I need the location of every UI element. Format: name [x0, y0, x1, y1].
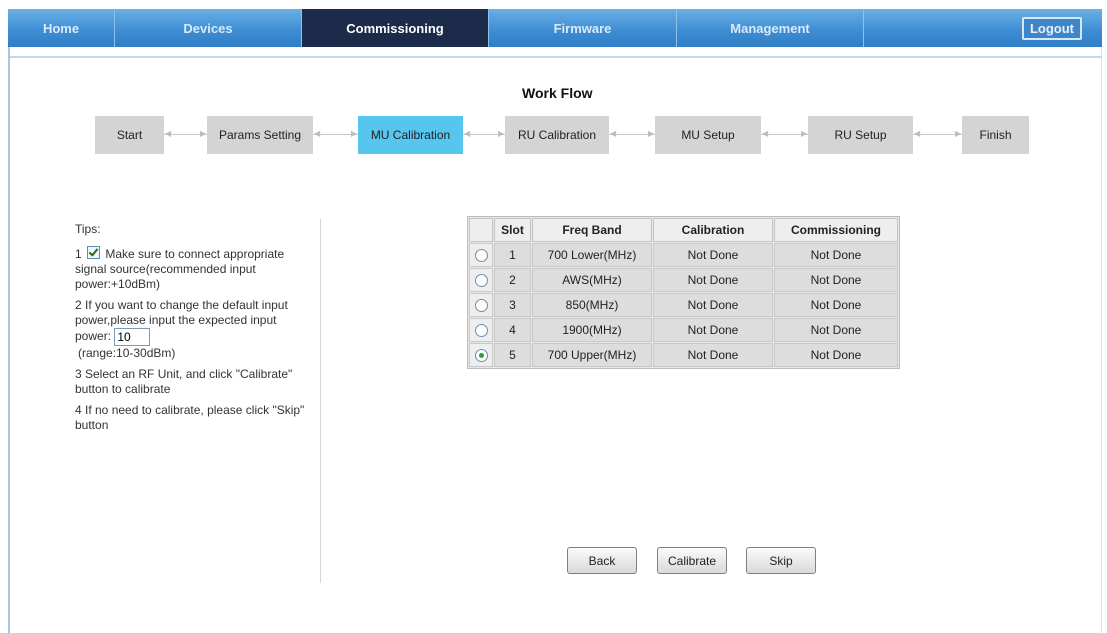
workflow-step-start: Start — [95, 116, 164, 154]
workflow-step-params-setting: Params Setting — [207, 116, 313, 154]
confirm-checkbox[interactable] — [87, 246, 101, 259]
freq-band-cell: 700 Upper(MHz) — [532, 343, 652, 367]
workflow-title: Work Flow — [522, 85, 593, 101]
tips-heading: Tips: — [75, 222, 101, 236]
vertical-divider — [320, 219, 321, 583]
content-top-divider — [10, 56, 1102, 58]
tip-2: 2 If you want to change the default inpu… — [75, 298, 310, 361]
tab-home[interactable]: Home — [8, 9, 115, 47]
logout-area: Logout — [864, 9, 1102, 47]
row-select-cell — [469, 243, 493, 267]
arrow-left-icon: ◀ — [165, 129, 172, 138]
tip-2-text: 2 If you want to change the default inpu… — [75, 298, 288, 344]
table-header-select — [469, 218, 493, 242]
table-header-commissioning: Commissioning — [774, 218, 898, 242]
tips-panel: Tips: 1 Make sure to connect appropriate… — [75, 222, 310, 439]
commissioning-cell: Not Done — [774, 243, 898, 267]
logout-button[interactable]: Logout — [1021, 16, 1082, 40]
slot-radio-button[interactable] — [474, 249, 488, 263]
workflow-step-finish: Finish — [962, 116, 1029, 154]
calibration-cell: Not Done — [653, 318, 773, 342]
arrow-right-icon: ▶ — [801, 129, 808, 138]
commissioning-cell: Not Done — [774, 268, 898, 292]
arrow-right-icon: ▶ — [351, 129, 358, 138]
row-select-cell — [469, 293, 493, 317]
calibration-cell: Not Done — [653, 268, 773, 292]
workflow-step-mu-setup: MU Setup — [655, 116, 761, 154]
slot-radio-button[interactable] — [474, 299, 488, 313]
row-select-cell — [469, 318, 493, 342]
calibrate-button[interactable]: Calibrate — [657, 547, 727, 574]
commissioning-cell: Not Done — [774, 318, 898, 342]
slot-radio-button[interactable] — [474, 274, 488, 288]
tip-4: 4 If no need to calibrate, please click … — [75, 403, 305, 432]
row-select-cell — [469, 268, 493, 292]
skip-button[interactable]: Skip — [746, 547, 816, 574]
tab-management[interactable]: Management — [677, 9, 864, 47]
commissioning-cell: Not Done — [774, 293, 898, 317]
freq-band-cell: 1900(MHz) — [532, 318, 652, 342]
workflow-step-mu-calibration: MU Calibration — [358, 116, 463, 154]
freq-band-cell: 850(MHz) — [532, 293, 652, 317]
arrow-right-icon: ▶ — [648, 129, 655, 138]
arrow-right-icon: ▶ — [955, 129, 962, 138]
table-header-freq-band: Freq Band — [532, 218, 652, 242]
slot-cell: 3 — [494, 293, 531, 317]
slot-cell: 1 — [494, 243, 531, 267]
table-header-calibration: Calibration — [653, 218, 773, 242]
slot-cell: 5 — [494, 343, 531, 367]
tip-1: 1 Make sure to connect appropriate signa… — [75, 246, 310, 292]
tip-3: 3 Select an RF Unit, and click "Calibrat… — [75, 367, 293, 396]
top-nav-bar: Home Devices Commissioning Firmware Mana… — [8, 9, 1102, 47]
input-power-field[interactable] — [114, 328, 151, 346]
slot-cell: 2 — [494, 268, 531, 292]
calibration-cell: Not Done — [653, 343, 773, 367]
table-row[interactable]: 4 1900(MHz) Not Done Not Done — [469, 318, 898, 342]
calibration-cell: Not Done — [653, 243, 773, 267]
arrow-left-icon: ◀ — [610, 129, 617, 138]
arrow-left-icon: ◀ — [464, 129, 471, 138]
freq-band-cell: AWS(MHz) — [532, 268, 652, 292]
table-row[interactable]: 1 700 Lower(MHz) Not Done Not Done — [469, 243, 898, 267]
tip-1-text: Make sure to connect appropriate signal … — [75, 247, 285, 291]
slot-radio-button[interactable] — [474, 349, 488, 363]
freq-band-cell: 700 Lower(MHz) — [532, 243, 652, 267]
table-row[interactable]: 3 850(MHz) Not Done Not Done — [469, 293, 898, 317]
rf-unit-table: Slot Freq Band Calibration Commissioning… — [467, 216, 900, 369]
arrow-left-icon: ◀ — [914, 129, 921, 138]
tab-devices[interactable]: Devices — [115, 9, 302, 47]
slot-cell: 4 — [494, 318, 531, 342]
commissioning-cell: Not Done — [774, 343, 898, 367]
workflow-step-ru-setup: RU Setup — [808, 116, 913, 154]
table-row[interactable]: 5 700 Upper(MHz) Not Done Not Done — [469, 343, 898, 367]
table-row[interactable]: 2 AWS(MHz) Not Done Not Done — [469, 268, 898, 292]
tip-1-number: 1 — [75, 247, 82, 261]
workflow-step-ru-calibration: RU Calibration — [505, 116, 609, 154]
tab-commissioning[interactable]: Commissioning — [302, 9, 489, 47]
arrow-left-icon: ◀ — [762, 129, 769, 138]
tip-2-range: (range:10-30dBm) — [78, 346, 176, 360]
row-select-cell — [469, 343, 493, 367]
back-button[interactable]: Back — [567, 547, 637, 574]
arrow-left-icon: ◀ — [314, 129, 321, 138]
table-header-row: Slot Freq Band Calibration Commissioning — [469, 218, 898, 242]
slot-radio-button[interactable] — [474, 324, 488, 338]
arrow-right-icon: ▶ — [200, 129, 207, 138]
table-header-slot: Slot — [494, 218, 531, 242]
arrow-right-icon: ▶ — [498, 129, 505, 138]
tab-firmware[interactable]: Firmware — [489, 9, 677, 47]
calibration-cell: Not Done — [653, 293, 773, 317]
